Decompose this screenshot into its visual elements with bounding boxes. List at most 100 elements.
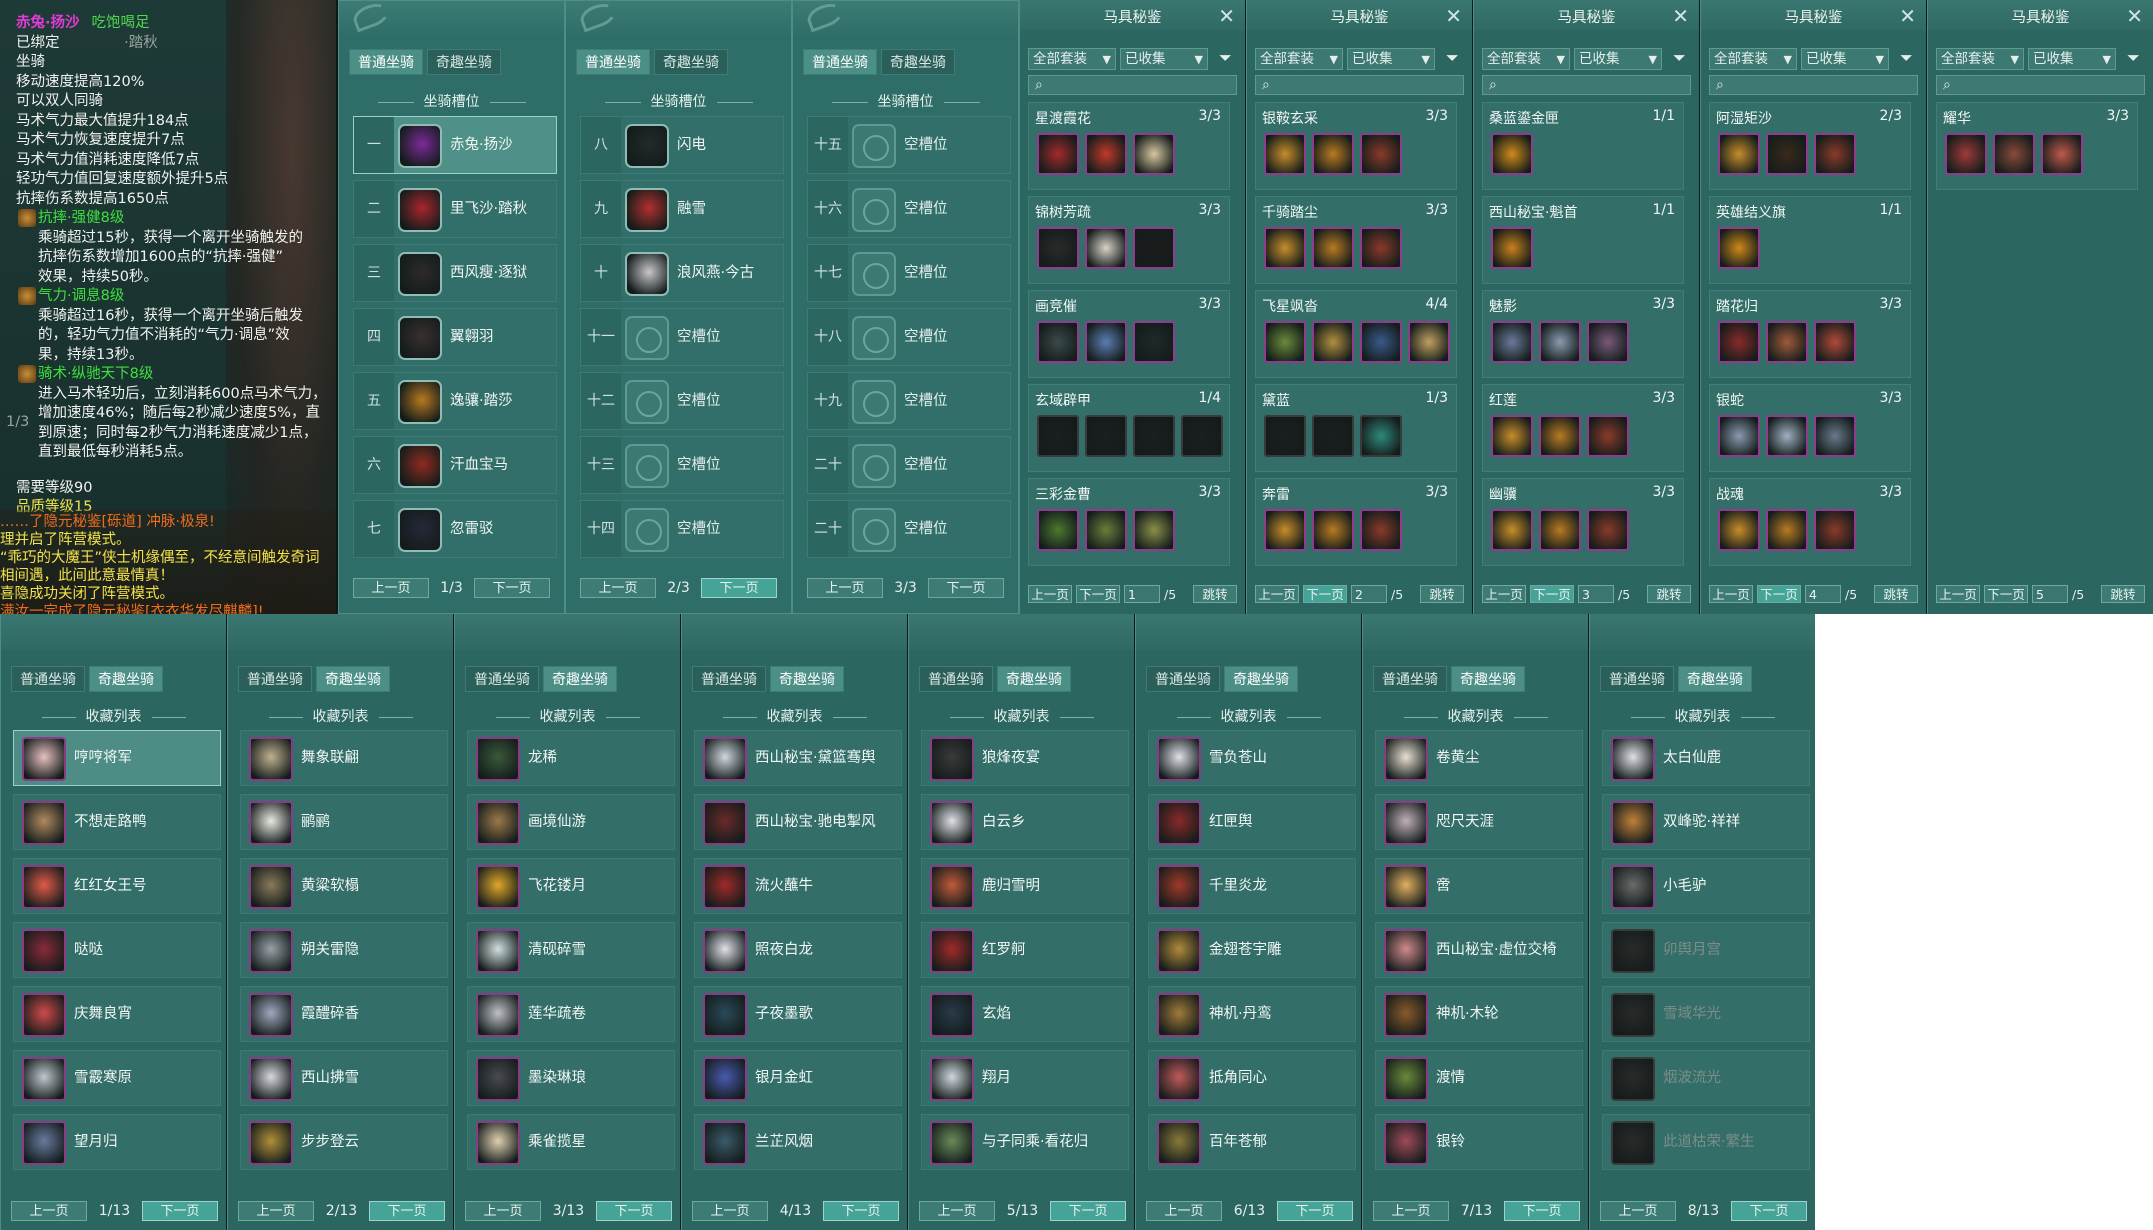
equip-piece-icon[interactable] [1491, 133, 1533, 175]
tab-normal-mounts[interactable]: 普通坐骑 [465, 666, 539, 692]
prev-page-button[interactable]: 上一页 [692, 1201, 768, 1221]
collection-item[interactable]: 墨染琳琅 [467, 1050, 675, 1106]
collection-item[interactable]: 莲华疏卷 [467, 986, 675, 1042]
prev-page-button[interactable]: 上一页 [353, 578, 429, 598]
collected-filter-dropdown[interactable]: 已收集 ▼ [1120, 48, 1208, 70]
collection-item[interactable]: 望月归 [13, 1114, 221, 1170]
prev-page-button[interactable]: 上一页 [238, 1201, 314, 1221]
close-icon[interactable]: ✕ [2126, 4, 2143, 28]
equip-set[interactable]: 千骑踏尘 3/3 [1255, 196, 1457, 284]
equip-piece-icon[interactable] [1133, 415, 1175, 457]
next-page-button[interactable]: 下一页 [1530, 585, 1574, 603]
collection-item[interactable]: 乘雀揽星 [467, 1114, 675, 1170]
tab-special-mounts[interactable]: 奇趣坐骑 [89, 666, 163, 692]
collected-filter-dropdown[interactable]: 已收集 ▼ [1574, 48, 1662, 70]
mount-slot[interactable]: 十九 空槽位 [807, 372, 1011, 430]
tab-special-mounts[interactable]: 奇趣坐骑 [997, 666, 1071, 692]
mount-slot[interactable]: 十五 空槽位 [807, 116, 1011, 174]
equip-set[interactable]: 幽骥 3/3 [1482, 478, 1684, 566]
collection-item[interactable]: 红红女王号 [13, 858, 221, 914]
collection-item[interactable]: 金翅苍宇雕 [1148, 922, 1356, 978]
collection-item[interactable]: 太白仙鹿 [1602, 730, 1810, 786]
prev-page-button[interactable]: 上一页 [1146, 1201, 1222, 1221]
collection-item[interactable]: 百年苍郁 [1148, 1114, 1356, 1170]
collection-item[interactable]: 黄粱软榻 [240, 858, 448, 914]
mount-slot[interactable]: 二十一 空槽位 [807, 500, 1011, 593]
jump-button[interactable]: 跳转 [1420, 585, 1464, 603]
equip-piece-icon[interactable] [1718, 133, 1760, 175]
equip-set[interactable]: 桑蓝鎏金匣 1/1 [1482, 102, 1684, 190]
collection-item[interactable]: 渡情 [1375, 1050, 1583, 1106]
equip-set[interactable]: 奔雷 3/3 [1255, 478, 1457, 566]
equip-piece-icon[interactable] [1539, 415, 1581, 457]
equip-piece-icon[interactable] [1037, 415, 1079, 457]
jump-button[interactable]: 跳转 [1193, 585, 1237, 603]
equip-piece-icon[interactable] [1491, 321, 1533, 363]
collection-item[interactable]: 朔关雷隐 [240, 922, 448, 978]
collection-item[interactable]: 龙稀 [467, 730, 675, 786]
mount-slot[interactable]: 十二 空槽位 [580, 372, 784, 430]
mount-slot[interactable]: 十 浪风燕·今古 [580, 244, 784, 302]
mount-slot[interactable]: 十三 空槽位 [580, 436, 784, 494]
equip-piece-icon[interactable] [2041, 133, 2083, 175]
equip-piece-icon[interactable] [1718, 415, 1760, 457]
collection-item[interactable]: 与子同乘·看花归 [921, 1114, 1129, 1170]
next-page-button[interactable]: 下一页 [474, 578, 550, 598]
collection-item[interactable]: 卯舆月宫 [1602, 922, 1810, 978]
equip-piece-icon[interactable] [1085, 321, 1127, 363]
next-page-button[interactable]: 下一页 [701, 578, 777, 598]
equip-piece-icon[interactable] [1133, 509, 1175, 551]
collection-item[interactable]: 雪霰寒原 [13, 1050, 221, 1106]
collection-item[interactable]: 雪负苍山 [1148, 730, 1356, 786]
collection-item[interactable]: 西山拂雪 [240, 1050, 448, 1106]
equip-set[interactable]: 黛蓝 1/3 [1255, 384, 1457, 472]
tab-normal-mounts[interactable]: 普通坐骑 [238, 666, 312, 692]
equip-set[interactable]: 红莲 3/3 [1482, 384, 1684, 472]
equip-piece-icon[interactable] [1993, 133, 2035, 175]
equip-piece-icon[interactable] [1360, 227, 1402, 269]
prev-page-button[interactable]: 上一页 [1482, 585, 1526, 603]
equip-set[interactable]: 踏花归 3/3 [1709, 290, 1911, 378]
mount-slot[interactable]: 四 翼翱羽 [353, 308, 557, 366]
equip-piece-icon[interactable] [1491, 227, 1533, 269]
collection-item[interactable]: 西山秘宝·黛篮骞舆 [694, 730, 902, 786]
equip-piece-icon[interactable] [1133, 227, 1175, 269]
collection-item[interactable]: 鹿归雪明 [921, 858, 1129, 914]
tab-normal-mounts[interactable]: 普通坐骑 [1600, 666, 1674, 692]
collection-item[interactable]: 步步登云 [240, 1114, 448, 1170]
equip-piece-icon[interactable] [1312, 321, 1354, 363]
next-page-button[interactable]: 下一页 [1303, 585, 1347, 603]
next-page-button[interactable]: 下一页 [822, 1201, 899, 1221]
equip-set[interactable]: 西山秘宝·魁首 1/1 [1482, 196, 1684, 284]
equip-piece-icon[interactable] [1587, 509, 1629, 551]
collection-item[interactable]: 霞醴碎香 [240, 986, 448, 1042]
mount-slot[interactable]: 三 西风瘦·逐狱 [353, 244, 557, 302]
mount-slot[interactable]: 二十 空槽位 [807, 436, 1011, 494]
equip-piece-icon[interactable] [1360, 133, 1402, 175]
tab-special-mounts[interactable]: 奇趣坐骑 [654, 49, 728, 75]
next-page-button[interactable]: 下一页 [1984, 585, 2028, 603]
prev-page-button[interactable]: 上一页 [580, 578, 656, 598]
search-input[interactable]: ⌕ [1709, 75, 1918, 95]
equip-set[interactable]: 魅影 3/3 [1482, 290, 1684, 378]
tab-special-mounts[interactable]: 奇趣坐骑 [770, 666, 844, 692]
collection-item[interactable]: 哒哒 [13, 922, 221, 978]
tab-normal-mounts[interactable]: 普通坐骑 [349, 49, 423, 75]
prev-page-button[interactable]: 上一页 [1255, 585, 1299, 603]
close-icon[interactable]: ✕ [1218, 4, 1235, 28]
filter-icon[interactable]: ⏷ [2127, 48, 2145, 68]
tab-normal-mounts[interactable]: 普通坐骑 [1373, 666, 1447, 692]
equip-set[interactable]: 英雄结义旗 1/1 [1709, 196, 1911, 284]
collection-item[interactable]: 卷黄尘 [1375, 730, 1583, 786]
prev-page-button[interactable]: 上一页 [11, 1201, 87, 1221]
collection-item[interactable]: 狼烽夜宴 [921, 730, 1129, 786]
equip-set[interactable]: 阿湿矩沙 2/3 [1709, 102, 1911, 190]
equip-piece-icon[interactable] [1360, 415, 1402, 457]
collection-item[interactable]: 双峰驼·祥祥 [1602, 794, 1810, 850]
equip-piece-icon[interactable] [1766, 321, 1808, 363]
set-filter-dropdown[interactable]: 全部套装 ▼ [1936, 48, 2024, 70]
next-page-button[interactable]: 下一页 [595, 1201, 672, 1221]
equip-piece-icon[interactable] [1539, 509, 1581, 551]
close-icon[interactable]: ✕ [1899, 4, 1916, 28]
mount-slot[interactable]: 九 融雪 [580, 180, 784, 238]
